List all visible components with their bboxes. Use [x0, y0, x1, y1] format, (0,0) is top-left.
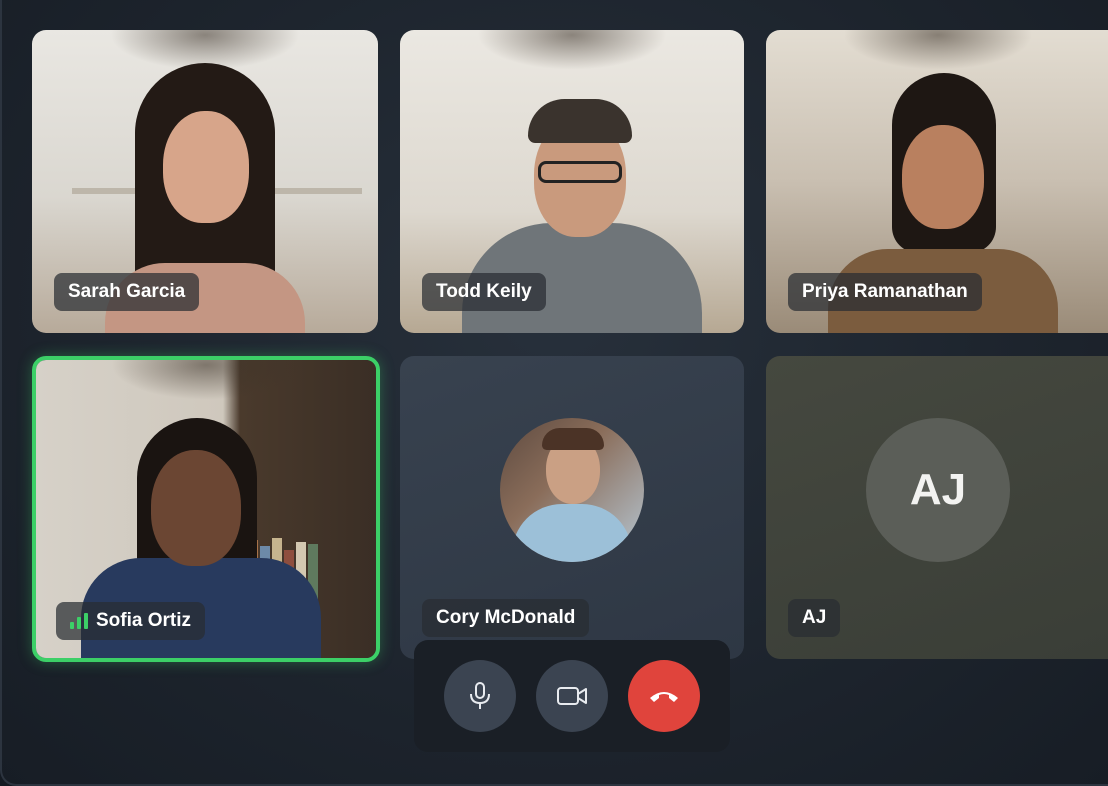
participant-initials-avatar: AJ — [866, 418, 1010, 562]
end-call-button[interactable] — [628, 660, 700, 732]
call-controls-bar — [414, 640, 730, 752]
call-window: Sarah Garcia Todd Keily Priya Ramanathan… — [0, 0, 1108, 786]
participant-name: Todd Keily — [436, 281, 532, 302]
participant-name-tag: Todd Keily — [422, 273, 546, 311]
participant-name-tag: Priya Ramanathan — [788, 273, 982, 311]
ceiling-lamp — [843, 30, 1033, 70]
participant-name: Priya Ramanathan — [802, 281, 968, 302]
participant-name-tag: Cory McDonald — [422, 599, 590, 637]
participant-name: Sofia Ortiz — [96, 610, 192, 631]
ceiling-lamp — [111, 360, 301, 400]
participant-name: Cory McDonald — [436, 607, 576, 628]
participant-name: Sarah Garcia — [68, 281, 186, 302]
ceiling-lamp — [477, 30, 667, 70]
participant-name-tag: AJ — [788, 599, 841, 637]
speaking-indicator-icon — [70, 613, 88, 629]
microphone-icon — [470, 682, 490, 709]
phone-hangup-icon — [650, 692, 678, 702]
video-tile-aj[interactable]: AJ AJ — [766, 356, 1108, 659]
camera-button[interactable] — [536, 660, 608, 732]
microphone-button[interactable] — [444, 660, 516, 732]
video-tile-sarah-garcia[interactable]: Sarah Garcia — [32, 30, 378, 333]
participant-name-tag: Sarah Garcia — [54, 273, 200, 311]
participant-avatar — [500, 418, 644, 562]
video-tile-priya-ramanathan[interactable]: Priya Ramanathan — [766, 30, 1108, 333]
video-camera-icon — [557, 687, 587, 705]
video-tile-cory-mcdonald[interactable]: Cory McDonald — [400, 356, 744, 659]
video-tile-sofia-ortiz[interactable]: Sofia Ortiz — [32, 356, 380, 662]
participant-name-tag: Sofia Ortiz — [56, 602, 206, 640]
participant-name: AJ — [802, 607, 827, 628]
video-tile-todd-keily[interactable]: Todd Keily — [400, 30, 744, 333]
